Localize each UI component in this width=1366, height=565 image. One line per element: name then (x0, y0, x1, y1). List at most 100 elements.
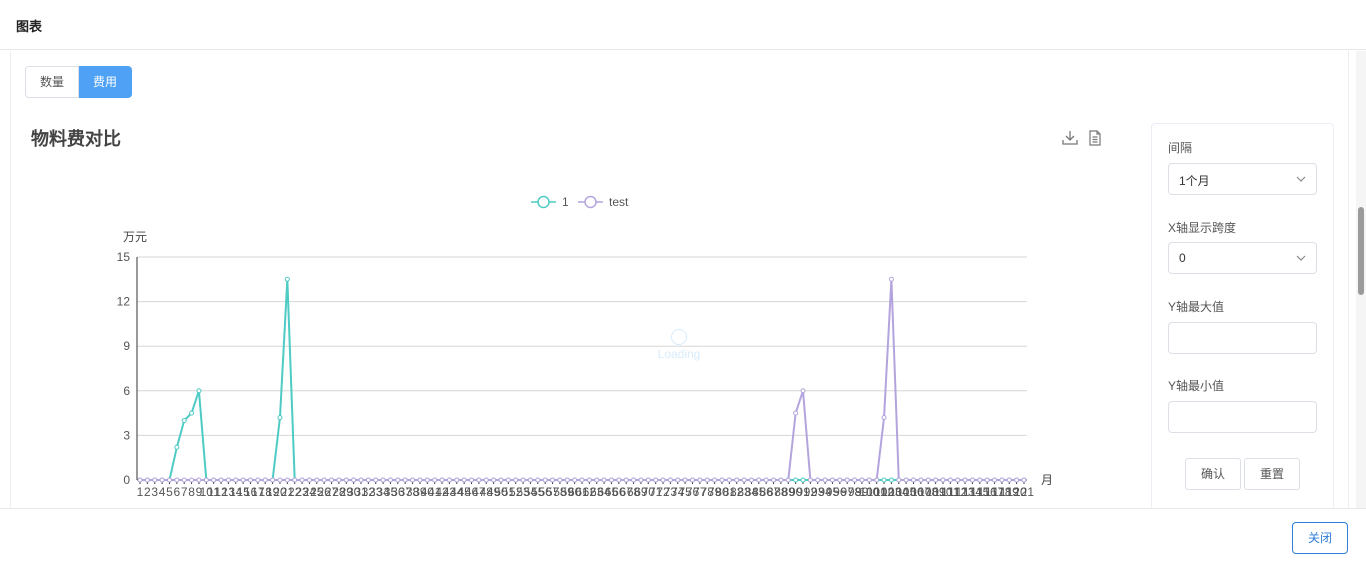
data-point (461, 477, 467, 483)
data-point (925, 477, 931, 483)
y-max-input[interactable] (1168, 322, 1317, 354)
data-point (255, 477, 261, 483)
legend-marker-test (584, 195, 597, 209)
data-point (682, 477, 688, 483)
data-point (432, 477, 438, 483)
data-point (837, 477, 843, 483)
y-tick-label: 9 (123, 339, 130, 353)
data-point (741, 477, 747, 483)
x-axis: 1 2 3 4 5 6 7 8 91011121314151617181920212223242… (137, 473, 1053, 499)
data-point (218, 477, 224, 483)
x-span-label: X轴显示跨度 (1168, 221, 1237, 235)
data-point (690, 477, 695, 483)
data-point (829, 477, 835, 483)
data-point (903, 477, 909, 483)
data-point (439, 477, 445, 483)
data-point (299, 477, 305, 483)
data-point (144, 477, 150, 483)
data-point (557, 477, 563, 483)
x-tick-label: 2 (144, 485, 151, 499)
data-point (395, 477, 401, 483)
data-point (962, 477, 968, 483)
data-point (424, 477, 430, 483)
data-point (888, 477, 894, 483)
reset-button[interactable]: 重置 (1244, 458, 1300, 490)
data-point (933, 477, 939, 483)
data-point (277, 415, 283, 421)
data-point (1014, 477, 1020, 483)
data-point (1021, 477, 1027, 483)
data-point (174, 444, 180, 450)
data-point (446, 477, 452, 483)
data-point (174, 477, 180, 483)
confirm-button[interactable]: 确认 (1185, 458, 1241, 490)
x-tick-label: 7 (181, 485, 188, 499)
x-tick-label: 8 (188, 485, 195, 499)
data-point (483, 477, 489, 483)
loading-indicator: Loading (656, 329, 702, 361)
data-point (874, 477, 880, 483)
data-point (233, 477, 239, 483)
page-scrollbar[interactable] (1356, 51, 1366, 508)
data-point (535, 477, 541, 483)
data-point (631, 477, 637, 483)
series-line-test (140, 279, 1024, 481)
data-point (402, 477, 408, 483)
chart-panel: 数量 费用 物料费对比 1 test 0 3 6 9 12 15 万元 1 2 3 4 5 6 7 8 9 10… (10, 51, 1349, 508)
data-point (719, 477, 725, 483)
chart-legend: 1 test (531, 195, 629, 209)
y-tick-label: 6 (123, 384, 130, 398)
line-chart: 1 test 03691215万元 1 2 3 4 5 6 7 8 910111213141516… (117, 195, 1053, 499)
data-point (572, 477, 578, 483)
data-point (771, 477, 777, 483)
data-point (955, 477, 961, 483)
data-point (852, 477, 858, 483)
data-point (314, 477, 320, 483)
data-point (211, 477, 217, 483)
loading-spinner-icon (671, 329, 687, 345)
loading-text: Loading (657, 347, 701, 361)
data-point (520, 477, 526, 483)
data-point (1006, 477, 1012, 483)
data-point (815, 477, 821, 483)
data-point (866, 477, 872, 483)
x-tick-label: 4 (159, 485, 166, 499)
x-tick-label: 121 (1014, 485, 1034, 499)
data-point (159, 477, 165, 483)
data-point (748, 477, 754, 483)
data-point (306, 477, 312, 483)
y-axis: 0 3 6 9 12 15 万元 (117, 230, 147, 487)
x-tick-label: 5 (166, 485, 173, 499)
data-point (616, 477, 622, 483)
data-point (527, 477, 533, 483)
y-axis-title: 万元 (123, 230, 147, 244)
data-point (277, 477, 283, 483)
data-point (137, 477, 143, 483)
data-point (564, 477, 570, 483)
x-tick-label: 3 (151, 485, 158, 499)
data-point (284, 276, 290, 282)
interval-select[interactable]: 1个月 (1168, 163, 1317, 195)
data-point (785, 477, 791, 483)
data-point (704, 477, 710, 483)
data-point (667, 477, 673, 483)
y-min-input[interactable] (1168, 401, 1317, 433)
x-axis-title: 月 (1041, 473, 1053, 487)
data-point (763, 477, 769, 483)
data-point (947, 477, 953, 483)
data-point (918, 477, 924, 483)
x-span-select[interactable]: 0 (1168, 242, 1317, 274)
x-span-select-value: 0 (1179, 251, 1186, 265)
data-point (800, 388, 806, 394)
scrollbar-thumb[interactable] (1358, 207, 1364, 295)
data-point (660, 477, 666, 483)
data-point (992, 477, 998, 483)
y-tick-label: 12 (117, 295, 131, 309)
legend-label-test: test (609, 195, 629, 209)
data-point (542, 477, 548, 483)
data-point (778, 477, 784, 483)
data-point (336, 477, 342, 483)
data-point (152, 477, 158, 483)
close-button[interactable]: 关闭 (1292, 522, 1348, 554)
data-point (793, 477, 799, 483)
